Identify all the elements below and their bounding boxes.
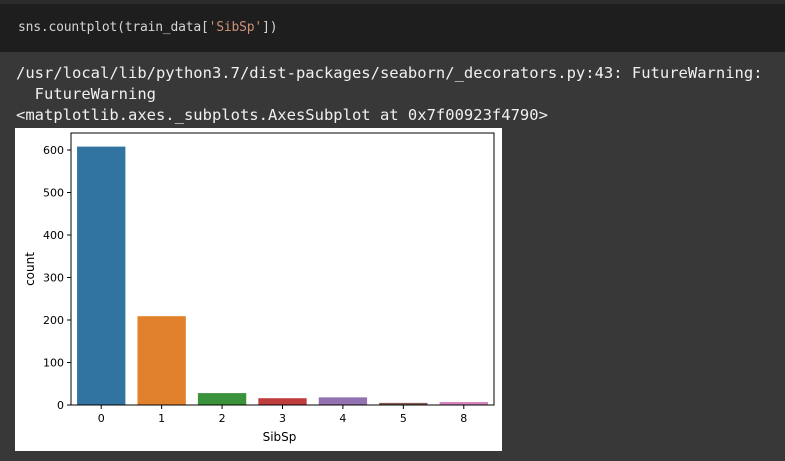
y-axis-label: count	[23, 252, 37, 286]
bar-2	[197, 393, 247, 405]
countplot-figure: 0 100 200 300 400 500 600 0 1 2 3 4 5 8 SibSp count	[15, 128, 502, 451]
axes-frame	[70, 132, 495, 406]
warning-continuation: FutureWarning	[16, 85, 156, 103]
code-cell[interactable]: sns.countplot(train_data['SibSp'])	[0, 4, 785, 52]
code-string: 'SibSp'	[208, 20, 263, 35]
y-tick-label: 100	[43, 357, 64, 370]
y-tick-label: 200	[43, 314, 64, 327]
y-tick-label: 400	[43, 229, 64, 242]
x-tick-label: 0	[98, 412, 105, 425]
code-line: sns.countplot(train_data['SibSp'])	[18, 20, 278, 35]
bar-1	[137, 316, 186, 405]
x-tick-label: 2	[219, 412, 226, 425]
x-tick-label: 4	[339, 412, 346, 425]
y-tick-label: 300	[43, 272, 64, 285]
bar-0	[77, 146, 126, 405]
bar-3	[258, 398, 307, 405]
warning-line: /usr/local/lib/python3.7/dist-packages/s…	[16, 64, 763, 82]
y-tick-label: 600	[43, 144, 64, 157]
x-tick-label: 1	[158, 412, 165, 425]
x-tick-label: 5	[400, 412, 407, 425]
countplot-svg: 0 100 200 300 400 500 600 0 1 2 3 4 5 8 SibSp count	[23, 132, 495, 444]
axes-repr-line: <matplotlib.axes._subplots.AxesSubplot a…	[16, 106, 548, 124]
bar-4	[318, 397, 368, 405]
x-tick-label: 8	[460, 412, 467, 425]
y-tick-label: 500	[43, 187, 64, 200]
code-suffix: ])	[262, 20, 278, 35]
x-tick-label: 3	[279, 412, 286, 425]
x-axis-label: SibSp	[263, 430, 297, 444]
y-tick-label: 0	[57, 399, 64, 412]
code-prefix: sns.countplot(train_data[	[18, 20, 209, 35]
